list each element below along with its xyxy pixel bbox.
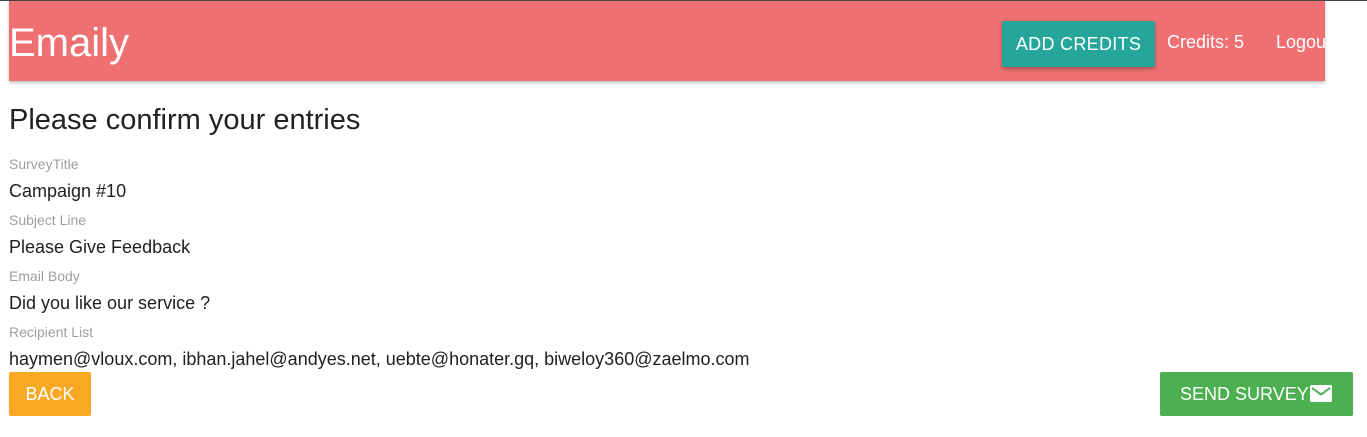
recipient-list-label: Recipient List (9, 324, 94, 340)
email-body-label: Email Body (9, 268, 80, 284)
send-survey-button[interactable]: SEND SURVEY (1160, 372, 1353, 416)
subject-line-value: Please Give Feedback (9, 237, 191, 257)
send-survey-label: SEND SURVEY (1180, 384, 1309, 404)
page-title: Please confirm your entries (9, 104, 361, 136)
credits-count: Credits: 5 (1167, 32, 1245, 52)
brand-logo[interactable]: Emaily (9, 19, 129, 67)
email-body-value: Did you like our service ? (9, 293, 211, 313)
navbar: Emaily ADD CREDITS Credits: 5 Logout (9, 1, 1331, 81)
logout-link[interactable]: Logout (1276, 31, 1331, 53)
add-credits-button[interactable]: ADD CREDITS (1002, 21, 1155, 67)
email-icon (1310, 385, 1332, 402)
survey-title-value: Campaign #10 (9, 181, 127, 201)
subject-line-label: Subject Line (9, 212, 87, 228)
survey-title-label: SurveyTitle (9, 156, 79, 172)
recipient-list-value: haymen@vloux.com, ibhan.jahel@andyes.net… (9, 349, 750, 369)
page: Emaily ADD CREDITS Credits: 5 Logout Ple… (0, 0, 1367, 437)
back-button[interactable]: BACK (9, 372, 91, 416)
